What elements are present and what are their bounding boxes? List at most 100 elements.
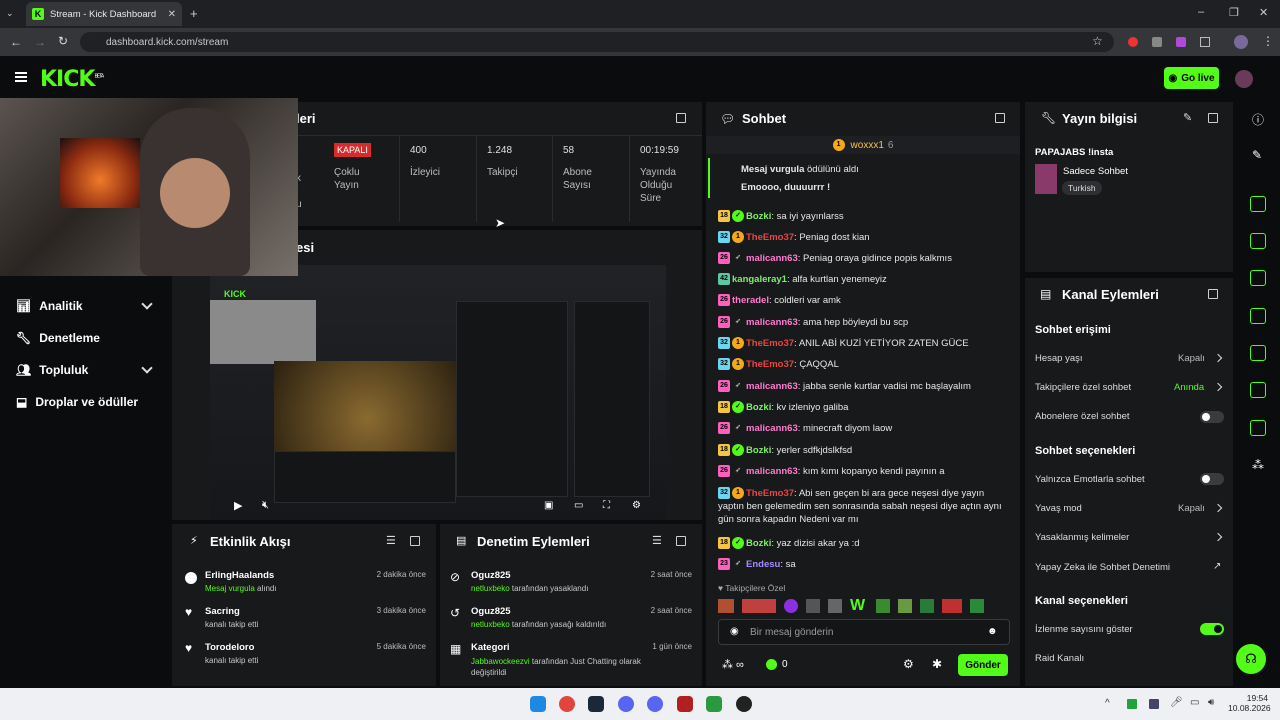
- extension-icon[interactable]: [1152, 37, 1162, 47]
- chat-input[interactable]: ◉ Bir mesaj gönderin ☻: [718, 619, 1010, 645]
- external-link-icon[interactable]: ↗: [1213, 561, 1221, 572]
- account-age-value[interactable]: Kapalı: [1178, 353, 1205, 364]
- chat-username[interactable]: malicann63: [746, 423, 798, 434]
- raid-label[interactable]: Raid Kanalı: [1035, 653, 1084, 664]
- app-icon[interactable]: [677, 696, 693, 712]
- emote[interactable]: W: [850, 598, 868, 614]
- chat-username[interactable]: Bozki: [746, 402, 771, 413]
- chat-username[interactable]: TheEmo37: [746, 488, 794, 499]
- support-headset-icon[interactable]: ☊: [1236, 644, 1266, 674]
- chat-username[interactable]: Bozki: [746, 445, 771, 456]
- start-icon[interactable]: [530, 696, 546, 712]
- back-icon[interactable]: ←: [10, 35, 22, 49]
- sidebar-stats-icon[interactable]: [1250, 382, 1266, 398]
- chat-username[interactable]: malicann63: [746, 253, 798, 264]
- obs-icon[interactable]: [736, 696, 752, 712]
- popout-icon[interactable]: [1208, 113, 1218, 123]
- pinned-gifter-bar[interactable]: 1 woxxx1 6: [706, 136, 1020, 154]
- sidebar-lightning-icon[interactable]: [1250, 233, 1266, 249]
- xbox-icon[interactable]: [706, 696, 722, 712]
- chat-username[interactable]: malicann63: [746, 317, 798, 328]
- browser-menu-icon[interactable]: ⋮: [1262, 34, 1274, 48]
- emote[interactable]: [970, 599, 984, 613]
- banned-words-label[interactable]: Yasaklanmış kelimeler: [1035, 532, 1129, 543]
- chat-username[interactable]: malicann63: [746, 381, 798, 392]
- chrome-icon[interactable]: [559, 696, 575, 712]
- discord-icon[interactable]: [618, 696, 634, 712]
- mic-icon[interactable]: 🎤︎: [1170, 697, 1183, 708]
- mute-icon[interactable]: 🔇︎: [262, 499, 269, 512]
- sidebar-wrench-icon[interactable]: [1250, 420, 1266, 436]
- sidebar-chat-icon[interactable]: [1250, 308, 1266, 324]
- popout-icon[interactable]: [676, 536, 686, 546]
- filter-icon[interactable]: ☰: [386, 534, 396, 547]
- go-live-button[interactable]: ◉ Go live: [1164, 67, 1219, 89]
- pencil-icon[interactable]: ✎: [1252, 148, 1262, 162]
- popout-icon[interactable]: [676, 113, 686, 123]
- nav-item-analytics[interactable]: 📊︎ Analitik: [16, 299, 83, 313]
- maximize-icon[interactable]: ❐: [1229, 6, 1239, 19]
- emote-only-toggle[interactable]: [1200, 473, 1224, 485]
- tray-icon[interactable]: [1127, 699, 1137, 709]
- forward-icon[interactable]: →: [34, 35, 46, 49]
- chat-username[interactable]: Bozki: [746, 538, 771, 549]
- discord-icon[interactable]: [647, 696, 663, 712]
- browser-tab[interactable]: K Stream - Kick Dashboard ✕: [26, 2, 182, 26]
- nav-item-moderation[interactable]: 🔧︎ Denetleme: [16, 331, 100, 345]
- edit-icon[interactable]: ✎: [1183, 111, 1192, 124]
- show-viewers-toggle[interactable]: [1200, 623, 1224, 635]
- hamburger-menu-icon[interactable]: [15, 72, 27, 82]
- tab-search-icon[interactable]: ⌄: [6, 8, 18, 20]
- url-field[interactable]: dashboard.kick.com/stream: [80, 32, 1114, 52]
- emote-row[interactable]: W: [718, 597, 1010, 615]
- sidebar-screen-icon[interactable]: [1250, 196, 1266, 212]
- chat-username[interactable]: Endesu: [746, 559, 780, 570]
- minimize-icon[interactable]: –: [1198, 6, 1204, 18]
- emoji-icon[interactable]: ☻: [987, 626, 998, 637]
- slow-mode-value[interactable]: Kapalı: [1178, 503, 1205, 514]
- fullscreen-icon[interactable]: ⛶: [603, 500, 610, 511]
- chat-username[interactable]: malicann63: [746, 466, 798, 477]
- emote[interactable]: [828, 599, 842, 613]
- tray-chevron-icon[interactable]: ^: [1105, 698, 1110, 709]
- popout-icon[interactable]: [995, 113, 1005, 123]
- info-icon[interactable]: ⓘ: [1252, 111, 1264, 128]
- chat-username[interactable]: TheEmo37: [746, 359, 794, 370]
- ai-moderation-label[interactable]: Yapay Zeka ile Sohbet Denetimi: [1035, 562, 1170, 573]
- emote[interactable]: [742, 599, 776, 613]
- popout-icon[interactable]: [1208, 289, 1218, 299]
- kick-logo[interactable]: KICKBETA: [40, 67, 104, 92]
- play-icon[interactable]: ▶: [234, 499, 242, 512]
- close-window-icon[interactable]: ✕: [1259, 6, 1268, 19]
- chevron-down-icon[interactable]: [141, 298, 153, 310]
- popout-icon[interactable]: [410, 536, 420, 546]
- chat-username[interactable]: Bozki: [746, 211, 771, 222]
- theater-icon[interactable]: ▭: [574, 500, 583, 511]
- nav-item-community[interactable]: 👥︎ Topluluk: [16, 363, 88, 377]
- extensions-puzzle-icon[interactable]: [1200, 37, 1210, 47]
- nav-item-drops[interactable]: ⬓ Droplar ve ödüller: [16, 395, 138, 409]
- send-button[interactable]: Gönder: [958, 654, 1008, 676]
- network-icon[interactable]: ▭: [1190, 697, 1199, 708]
- emote[interactable]: [806, 599, 820, 613]
- multi-icon[interactable]: ⁂ ∞: [722, 658, 744, 671]
- bookmark-star-icon[interactable]: ☆: [1092, 34, 1103, 48]
- emote[interactable]: [942, 599, 962, 613]
- emote[interactable]: [898, 599, 912, 613]
- emote[interactable]: [920, 599, 934, 613]
- subs-chat-toggle[interactable]: [1200, 411, 1224, 423]
- chat-username[interactable]: theradel: [732, 295, 769, 306]
- chat-username[interactable]: TheEmo37: [746, 338, 794, 349]
- profile-avatar[interactable]: [1234, 35, 1248, 49]
- close-tab-icon[interactable]: ✕: [168, 9, 176, 20]
- user-avatar[interactable]: [1235, 70, 1253, 88]
- filter-icon[interactable]: ☰: [652, 534, 662, 547]
- chat-username[interactable]: TheEmo37: [746, 232, 794, 243]
- settings-icon[interactable]: ⚙: [632, 500, 641, 511]
- chat-identity-icon[interactable]: ◉: [730, 626, 739, 637]
- emote[interactable]: [876, 599, 890, 613]
- pip-icon[interactable]: ▣: [544, 500, 553, 511]
- mod-tools-icon[interactable]: ✱: [932, 657, 942, 671]
- sidebar-broadcast-icon[interactable]: [1250, 345, 1266, 361]
- multi-dots-icon[interactable]: ⁂: [1252, 458, 1264, 472]
